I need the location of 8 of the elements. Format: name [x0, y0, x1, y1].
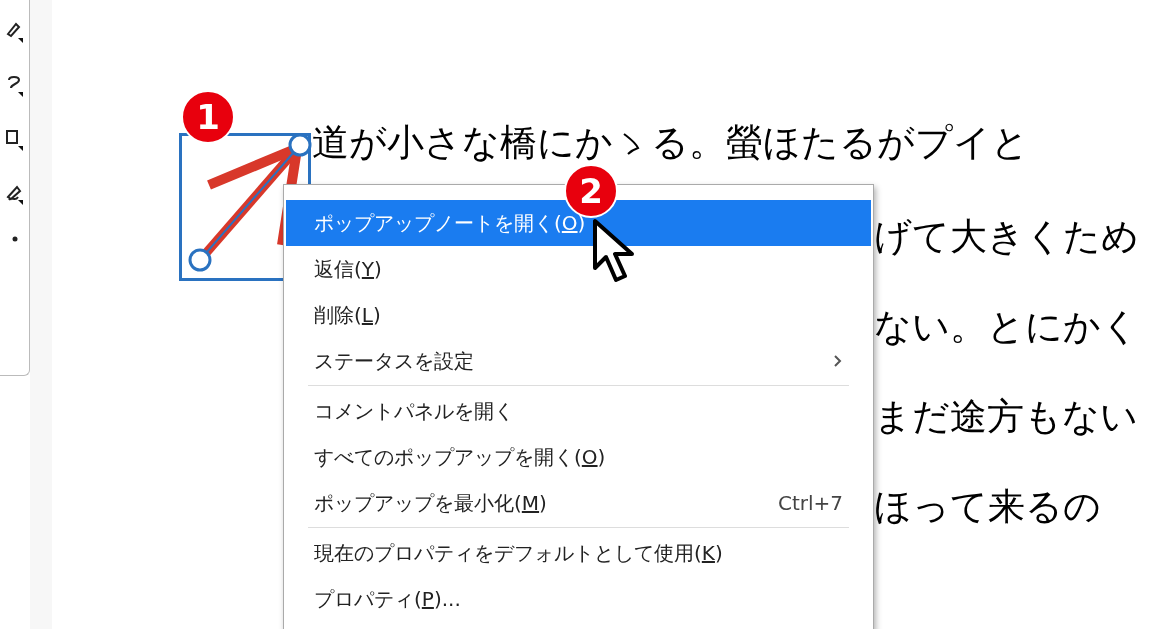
step-badge: 1 [181, 90, 235, 144]
document-text: ない。とにかく [874, 304, 1140, 350]
document-text: まだ途方もない [874, 394, 1139, 440]
document-text: ほって来るの [874, 484, 1102, 530]
document-text: 道が小さな橋にか [312, 120, 613, 166]
document-text: る。螢ほたるがプイと [651, 120, 1029, 166]
shortcut-text: Ctrl+7 [777, 491, 843, 515]
document-text: げて大きくため [874, 214, 1140, 260]
